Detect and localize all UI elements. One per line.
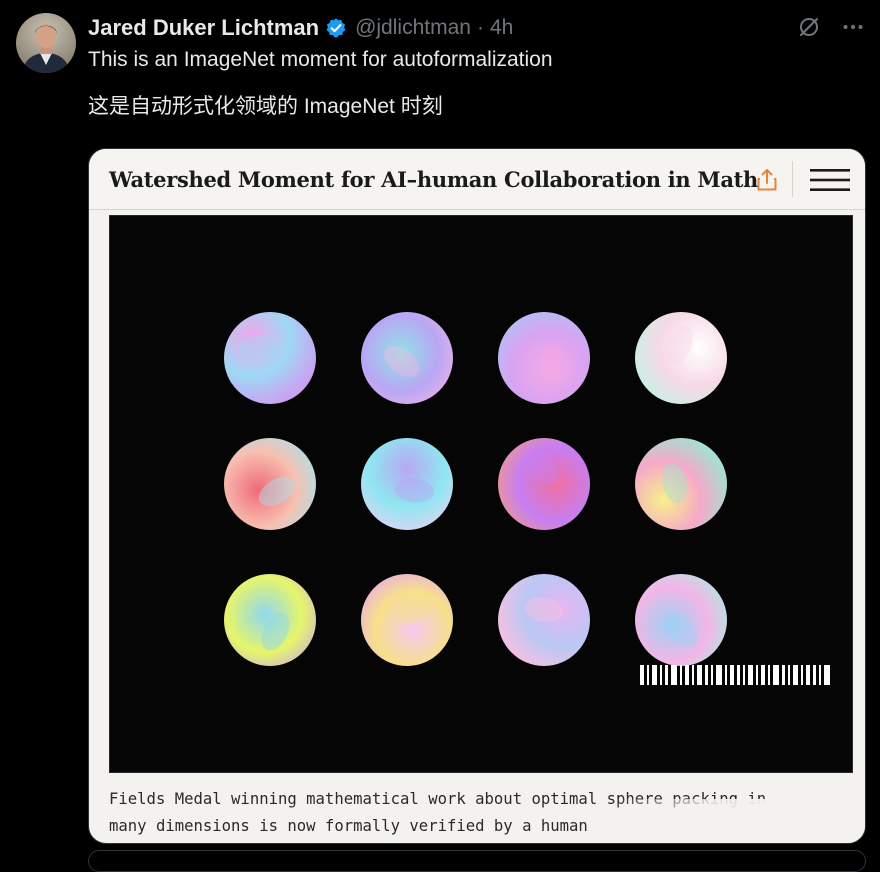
author-handle[interactable]: @jdlichtman	[355, 16, 471, 40]
verified-badge-icon	[325, 17, 347, 39]
card-header: Watershed Moment for AI–human Collaborat…	[89, 149, 865, 210]
share-icon[interactable]	[754, 167, 780, 193]
hero-image	[109, 215, 853, 773]
article-card[interactable]: Watershed Moment for AI–human Collaborat…	[88, 148, 866, 844]
post-time[interactable]: 4h	[490, 16, 513, 40]
grok-icon[interactable]	[796, 14, 822, 40]
avatar[interactable]	[16, 13, 76, 73]
separator-dot: ·	[476, 16, 484, 39]
tweet-text-line-2: 这是自动形式化领域的 ImageNet 时刻	[88, 95, 443, 118]
next-card-edge	[88, 850, 866, 872]
more-options-icon[interactable]	[840, 14, 866, 40]
header-divider	[792, 161, 793, 197]
sphere-swirl-1	[238, 336, 278, 360]
sphere-1	[224, 312, 316, 404]
tweet-header: Jared Duker Lichtman @jdlichtman · 4h	[88, 14, 513, 42]
tweet-text-line-1: This is an ImageNet moment for autoforma…	[88, 48, 553, 71]
author-name[interactable]: Jared Duker Lichtman	[88, 15, 319, 41]
sphere-grid-illustration	[224, 312, 727, 666]
watermark-barcode	[640, 662, 840, 688]
hamburger-menu-icon[interactable]	[809, 166, 851, 194]
caption-fade-overlay	[609, 799, 865, 843]
card-title[interactable]: Watershed Moment for AI–human Collaborat…	[109, 167, 758, 192]
sphere-7	[498, 438, 590, 530]
tweet-actions	[796, 14, 866, 40]
